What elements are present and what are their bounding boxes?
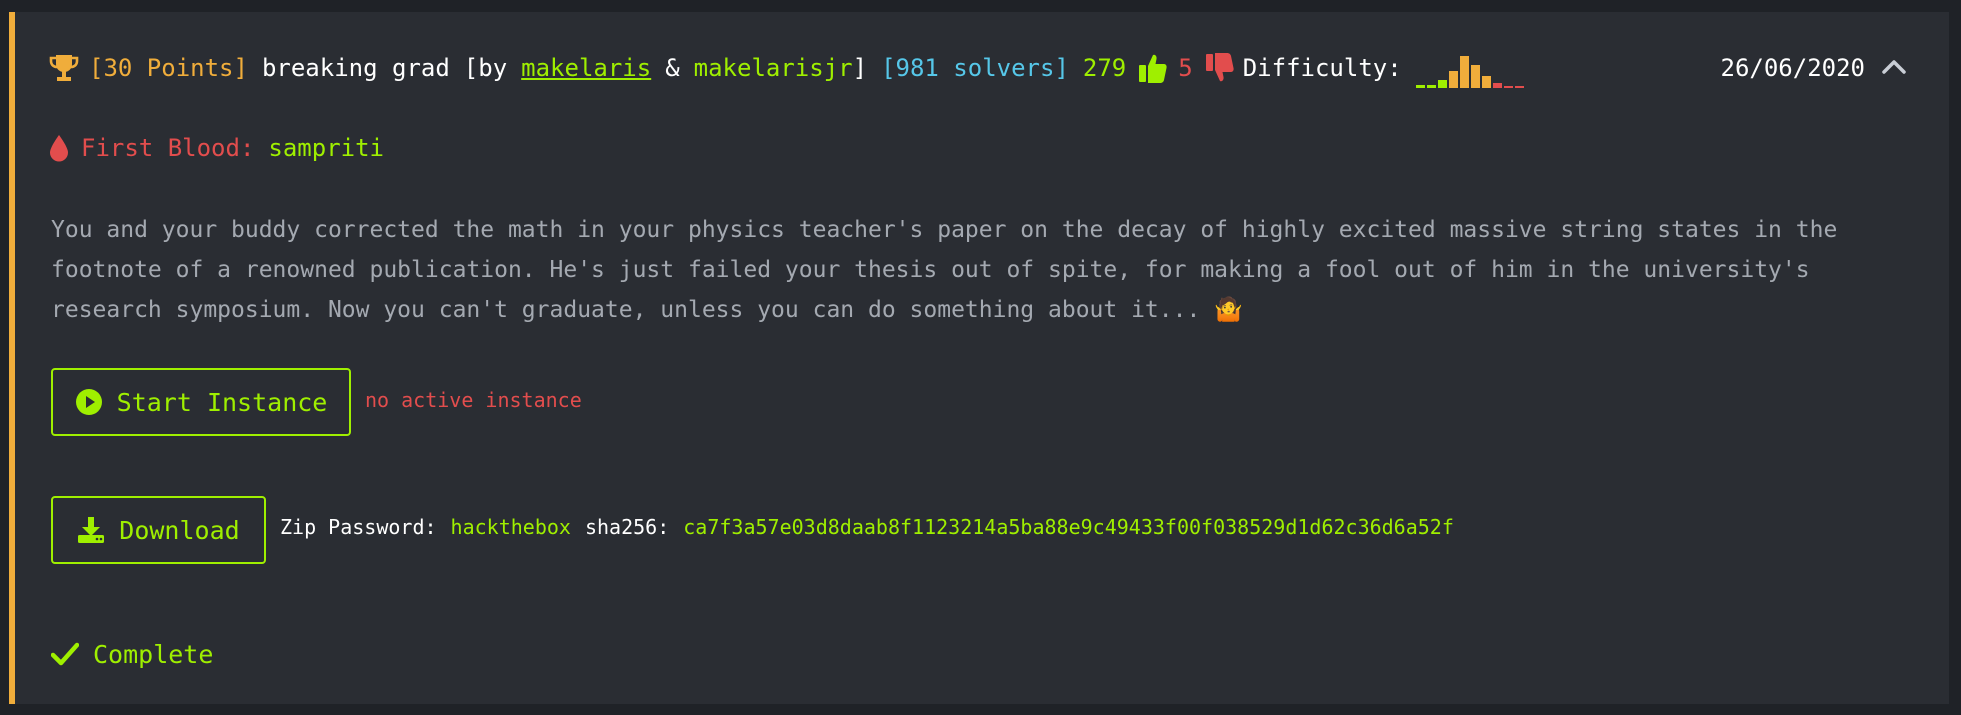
likes-count: 279: [1082, 54, 1127, 82]
start-instance-label: Start Instance: [116, 387, 328, 417]
instance-status: no active instance: [365, 388, 582, 412]
completion-status: Complete: [51, 636, 213, 672]
challenge-card: [30 Points] breaking grad [by makelaris …: [9, 12, 1949, 704]
difficulty-bar: [1492, 83, 1502, 88]
first-blood-user[interactable]: sampriti: [268, 134, 384, 162]
author-separator: &: [665, 54, 680, 82]
difficulty-bar: [1448, 71, 1458, 88]
difficulty-bar: [1415, 85, 1425, 88]
difficulty-bar: [1514, 86, 1524, 88]
challenge-description: You and your buddy corrected the math in…: [51, 217, 1838, 323]
download-icon: [77, 516, 119, 544]
complete-label: Complete: [93, 639, 214, 669]
by-prefix: [by: [463, 54, 508, 82]
download-info: Zip Password: hackthebox sha256: ca7f3a5…: [280, 515, 1454, 539]
author-link-secondary[interactable]: makelarisjr: [694, 54, 853, 82]
zip-password-label: Zip Password:: [280, 515, 437, 539]
blood-drop-icon: [49, 134, 81, 162]
zip-password-value: hackthebox: [450, 515, 571, 539]
thumbs-up-icon[interactable]: [1126, 52, 1178, 84]
thumbs-down-icon[interactable]: [1193, 52, 1243, 84]
difficulty-bar: [1481, 76, 1491, 88]
dislikes-count: 5: [1178, 54, 1193, 82]
difficulty-chart: [1415, 48, 1524, 88]
difficulty-label: Difficulty:: [1242, 54, 1402, 82]
difficulty-bar: [1437, 80, 1447, 88]
difficulty-bar: [1459, 56, 1469, 88]
author-link-primary[interactable]: makelaris: [521, 54, 651, 82]
sha256-label: sha256:: [584, 515, 670, 539]
difficulty-bar: [1426, 85, 1436, 88]
download-label: Download: [119, 515, 240, 545]
challenge-name: breaking grad: [261, 54, 450, 82]
check-icon: [51, 642, 93, 666]
sha256-value: ca7f3a57e03d8daab8f1123214a5ba88e9c49433…: [683, 515, 1454, 539]
first-blood: First Blood: sampriti: [49, 130, 384, 166]
by-suffix: ]: [852, 54, 868, 82]
download-button[interactable]: Download: [51, 496, 266, 564]
release-date: 26/06/2020: [1720, 54, 1866, 82]
difficulty-bar: [1503, 86, 1513, 88]
trophy-icon: [49, 52, 89, 84]
points-label: [30 Points]: [89, 54, 248, 82]
difficulty-bar: [1470, 65, 1480, 88]
start-instance-button[interactable]: Start Instance: [51, 368, 351, 436]
solvers-count[interactable]: [981 solvers]: [881, 54, 1069, 82]
play-circle-icon: [75, 388, 117, 416]
challenge-header: [30 Points] breaking grad [by makelaris …: [49, 48, 1949, 88]
first-blood-label: First Blood:: [81, 134, 255, 162]
